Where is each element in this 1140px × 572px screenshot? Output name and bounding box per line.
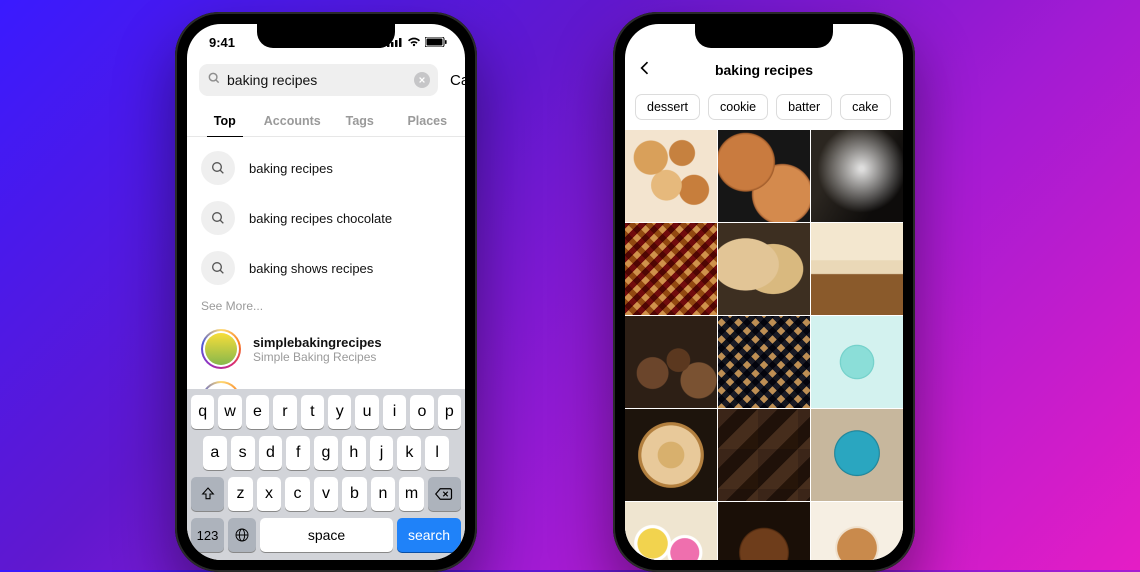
clear-search-icon[interactable] [414,72,430,88]
notch [257,24,395,48]
phone-left-screen: 9:41 [187,24,465,560]
filter-chip[interactable]: cookie [708,94,768,120]
grid-thumbnail[interactable] [811,223,903,315]
keyboard-key[interactable]: q [191,395,214,429]
search-box[interactable] [199,64,438,96]
suggestion-label: baking recipes [249,161,333,176]
keyboard-key[interactable]: u [355,395,378,429]
back-button[interactable] [635,58,655,83]
phone-right-screen: baking recipes dessert cookie batter cak… [625,24,903,560]
tab-places[interactable]: Places [394,104,462,136]
grid-thumbnail[interactable] [718,130,810,222]
grid-thumbnail[interactable] [718,316,810,408]
keyboard-key[interactable]: o [410,395,433,429]
keyboard-key[interactable]: f [286,436,310,470]
search-icon [207,71,221,90]
search-icon [201,201,235,235]
results-title: baking recipes [715,62,813,78]
keyboard-key[interactable]: w [218,395,241,429]
keyboard-key[interactable]: v [314,477,339,511]
keyboard-key[interactable]: c [285,477,310,511]
avatar [201,329,241,369]
keyboard-key[interactable]: d [259,436,283,470]
tab-top[interactable]: Top [191,104,259,136]
tab-accounts[interactable]: Accounts [259,104,327,136]
account-displayname: Simple Baking Recipes [253,350,382,364]
globe-key[interactable] [228,518,256,552]
keyboard-key[interactable]: s [231,436,255,470]
search-bar-row: Cancel [187,60,465,104]
grid-thumbnail[interactable] [625,223,717,315]
grid-thumbnail[interactable] [811,502,903,560]
keyboard-key[interactable]: t [301,395,324,429]
suggestion-label: baking recipes chocolate [249,211,392,226]
wifi-icon [407,37,421,47]
keyboard-key[interactable]: e [246,395,269,429]
grid-thumbnail[interactable] [811,130,903,222]
keyboard: q w e r t y u i o p a s d f g h [187,389,465,560]
battery-icon [425,37,447,47]
grid-thumbnail[interactable] [625,502,717,560]
shift-key[interactable] [191,477,224,511]
keyboard-key[interactable]: p [438,395,461,429]
suggestion-item[interactable]: baking recipes [199,143,453,193]
status-time: 9:41 [209,35,235,50]
phone-left: 9:41 [175,12,477,572]
grid-thumbnail[interactable] [718,502,810,560]
grid-thumbnail[interactable] [811,409,903,501]
filter-chips: dessert cookie batter cake [625,88,903,130]
grid-thumbnail[interactable] [625,316,717,408]
keyboard-key[interactable]: l [425,436,449,470]
results-header: baking recipes [625,52,903,88]
search-key[interactable]: search [397,518,461,552]
suggestion-label: baking shows recipes [249,261,373,276]
keyboard-key[interactable]: k [397,436,421,470]
notch [695,24,833,48]
keyboard-key[interactable]: b [342,477,367,511]
keyboard-key[interactable]: i [383,395,406,429]
keyboard-key[interactable]: r [273,395,296,429]
backspace-key[interactable] [428,477,461,511]
keyboard-key[interactable]: a [203,436,227,470]
account-result[interactable]: simplebakingrecipes Simple Baking Recipe… [199,323,453,375]
cancel-button[interactable]: Cancel [446,72,465,89]
phone-right: baking recipes dessert cookie batter cak… [613,12,915,572]
filter-chip[interactable]: batter [776,94,832,120]
keyboard-key[interactable]: g [314,436,338,470]
grid-thumbnail[interactable] [811,316,903,408]
filter-chip[interactable]: dessert [635,94,700,120]
keyboard-key[interactable]: j [370,436,394,470]
numbers-key[interactable]: 123 [191,518,224,552]
keyboard-key[interactable]: m [399,477,424,511]
keyboard-key[interactable]: z [228,477,253,511]
keyboard-key[interactable]: h [342,436,366,470]
keyboard-key[interactable]: x [257,477,282,511]
see-more-link[interactable]: See More... [199,293,453,323]
grid-thumbnail[interactable] [718,409,810,501]
search-icon [201,251,235,285]
grid-thumbnail[interactable] [625,130,717,222]
account-username: simplebakingrecipes [253,335,382,350]
results-grid[interactable] [625,130,903,560]
search-tabs: Top Accounts Tags Places [187,104,465,137]
suggestion-item[interactable]: baking shows recipes [199,243,453,293]
suggestion-item[interactable]: baking recipes chocolate [199,193,453,243]
grid-thumbnail[interactable] [625,409,717,501]
grid-thumbnail[interactable] [718,223,810,315]
search-icon [201,151,235,185]
tab-tags[interactable]: Tags [326,104,394,136]
keyboard-key[interactable]: y [328,395,351,429]
search-input[interactable] [227,72,408,88]
keyboard-key[interactable]: n [371,477,396,511]
space-key[interactable]: space [260,518,393,552]
filter-chip[interactable]: cake [840,94,890,120]
